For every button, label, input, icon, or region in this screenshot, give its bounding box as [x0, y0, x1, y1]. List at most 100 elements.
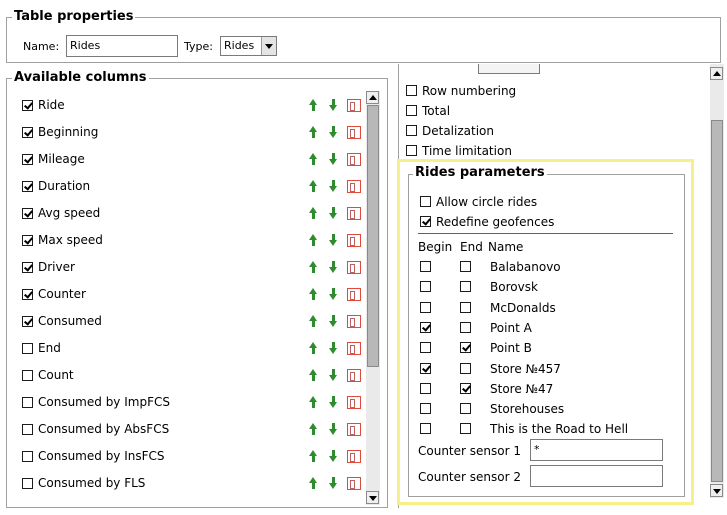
- geofence-begin-checkbox[interactable]: [420, 423, 431, 435]
- redefine-geofences-option[interactable]: Redefine geofences: [420, 215, 554, 229]
- name-input[interactable]: Rides: [66, 35, 178, 57]
- column-properties-icon[interactable]: [347, 126, 361, 139]
- column-checkbox[interactable]: [22, 370, 33, 381]
- move-up-icon[interactable]: [309, 342, 318, 354]
- list-item[interactable]: Beginning: [22, 119, 374, 146]
- move-down-icon[interactable]: [329, 153, 338, 165]
- move-up-icon[interactable]: [309, 315, 318, 327]
- allow-circle-rides-option[interactable]: Allow circle rides: [420, 195, 537, 209]
- geofence-end-checkbox[interactable]: [460, 382, 471, 394]
- move-down-icon[interactable]: [329, 369, 338, 381]
- move-up-icon[interactable]: [309, 180, 318, 192]
- column-checkbox[interactable]: [22, 451, 33, 462]
- list-item[interactable]: End: [22, 335, 374, 362]
- column-properties-icon[interactable]: [347, 261, 361, 274]
- column-properties-icon[interactable]: [347, 477, 361, 490]
- move-up-icon[interactable]: [309, 477, 318, 489]
- allow-circle-rides-checkbox[interactable]: [420, 196, 431, 207]
- option-checkbox[interactable]: [406, 105, 417, 116]
- list-item[interactable]: Ride: [22, 92, 374, 119]
- move-down-icon[interactable]: [329, 477, 338, 489]
- list-item[interactable]: Counter: [22, 281, 374, 308]
- geofence-end-checkbox[interactable]: [460, 342, 471, 354]
- columns-scrollbar[interactable]: [366, 91, 380, 505]
- column-checkbox[interactable]: [22, 397, 33, 408]
- move-down-icon[interactable]: [329, 234, 338, 246]
- move-up-icon[interactable]: [309, 261, 318, 273]
- move-up-icon[interactable]: [309, 423, 318, 435]
- scroll-down-icon[interactable]: [366, 491, 379, 504]
- scroll-down-icon[interactable]: [710, 484, 723, 497]
- column-checkbox[interactable]: [22, 100, 33, 111]
- geofence-end-checkbox[interactable]: [460, 403, 471, 415]
- column-properties-icon[interactable]: [347, 450, 361, 463]
- column-checkbox[interactable]: [22, 127, 33, 138]
- list-item[interactable]: Mileage: [22, 146, 374, 173]
- list-item[interactable]: Consumed by ImpFCS: [22, 389, 374, 416]
- list-item[interactable]: Consumed: [22, 308, 374, 335]
- geofence-end-checkbox[interactable]: [460, 423, 471, 435]
- move-down-icon[interactable]: [329, 315, 338, 327]
- redefine-geofences-checkbox[interactable]: [420, 216, 431, 227]
- move-up-icon[interactable]: [309, 153, 318, 165]
- column-checkbox[interactable]: [22, 262, 33, 273]
- list-item[interactable]: Count: [22, 362, 374, 389]
- column-properties-icon[interactable]: [347, 234, 361, 247]
- move-down-icon[interactable]: [329, 450, 338, 462]
- option-time-limitation[interactable]: Time limitation: [406, 144, 512, 158]
- scroll-up-icon[interactable]: [710, 67, 723, 80]
- move-down-icon[interactable]: [329, 180, 338, 192]
- geofence-end-checkbox[interactable]: [460, 362, 471, 374]
- geofence-begin-checkbox[interactable]: [420, 362, 431, 374]
- list-item[interactable]: Duration: [22, 173, 374, 200]
- column-checkbox[interactable]: [22, 181, 33, 192]
- option-detalization[interactable]: Detalization: [406, 124, 494, 138]
- geofence-begin-checkbox[interactable]: [420, 403, 431, 415]
- move-up-icon[interactable]: [309, 396, 318, 408]
- type-select[interactable]: Rides: [220, 36, 277, 56]
- column-properties-icon[interactable]: [347, 423, 361, 436]
- move-up-icon[interactable]: [309, 126, 318, 138]
- move-down-icon[interactable]: [329, 261, 338, 273]
- column-properties-icon[interactable]: [347, 342, 361, 355]
- column-checkbox[interactable]: [22, 424, 33, 435]
- right-panel-scrollbar-thumb[interactable]: [711, 120, 723, 482]
- option-checkbox[interactable]: [406, 125, 417, 136]
- move-up-icon[interactable]: [309, 234, 318, 246]
- column-checkbox[interactable]: [22, 289, 33, 300]
- column-checkbox[interactable]: [22, 343, 33, 354]
- geofence-begin-checkbox[interactable]: [420, 321, 431, 333]
- counter-sensor-2-input[interactable]: [530, 465, 663, 487]
- columns-scrollbar-thumb[interactable]: [367, 105, 379, 367]
- column-properties-icon[interactable]: [347, 369, 361, 382]
- option-checkbox[interactable]: [406, 145, 417, 156]
- geofence-begin-checkbox[interactable]: [420, 281, 431, 293]
- list-item[interactable]: Max speed: [22, 227, 374, 254]
- move-down-icon[interactable]: [329, 396, 338, 408]
- column-checkbox[interactable]: [22, 154, 33, 165]
- geofence-begin-checkbox[interactable]: [420, 342, 431, 354]
- geofence-begin-checkbox[interactable]: [420, 382, 431, 394]
- scroll-up-icon[interactable]: [366, 91, 379, 104]
- list-item[interactable]: Avg speed: [22, 200, 374, 227]
- move-up-icon[interactable]: [309, 369, 318, 381]
- column-properties-icon[interactable]: [347, 315, 361, 328]
- column-properties-icon[interactable]: [347, 153, 361, 166]
- move-down-icon[interactable]: [329, 99, 338, 111]
- move-up-icon[interactable]: [309, 207, 318, 219]
- column-properties-icon[interactable]: [347, 207, 361, 220]
- column-checkbox[interactable]: [22, 478, 33, 489]
- geofence-end-checkbox[interactable]: [460, 321, 471, 333]
- list-item[interactable]: Consumed by FLS: [22, 470, 374, 497]
- column-properties-icon[interactable]: [347, 288, 361, 301]
- list-item[interactable]: Consumed by InsFCS: [22, 443, 374, 470]
- move-up-icon[interactable]: [309, 99, 318, 111]
- option-checkbox[interactable]: [406, 85, 417, 96]
- counter-sensor-1-input[interactable]: *: [530, 439, 663, 461]
- move-down-icon[interactable]: [329, 288, 338, 300]
- geofence-end-checkbox[interactable]: [460, 261, 471, 272]
- move-down-icon[interactable]: [329, 207, 338, 219]
- geofence-end-checkbox[interactable]: [460, 301, 471, 313]
- column-checkbox[interactable]: [22, 235, 33, 246]
- chevron-down-icon[interactable]: [261, 37, 276, 55]
